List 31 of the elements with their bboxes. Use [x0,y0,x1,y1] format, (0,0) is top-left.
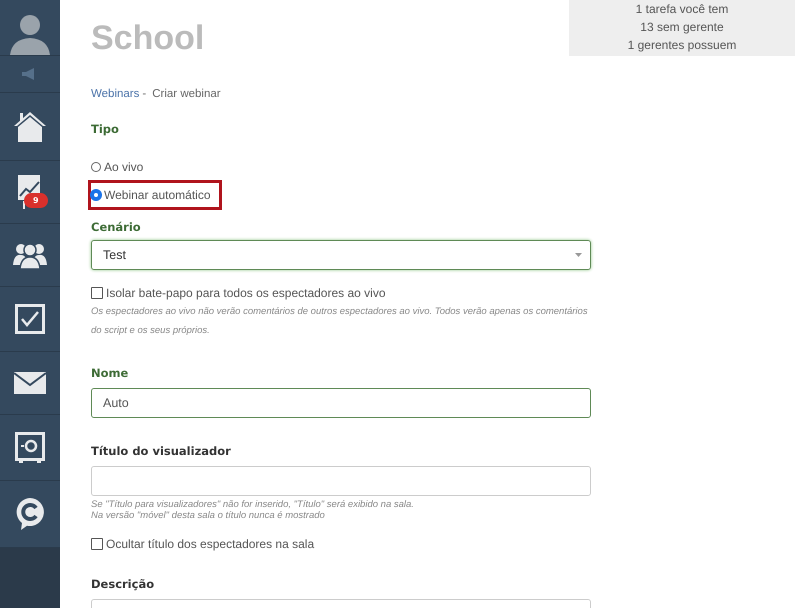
notice-text: 13 sem gerente [640,19,724,36]
sidebar-footer [0,548,60,608]
page-title: School [91,18,204,59]
notice-text: 1 gerentes possuem [628,37,736,54]
name-field[interactable]: Auto [91,388,591,418]
field-label: Tipo [91,122,120,136]
notification-badge: 9 [24,193,48,208]
breadcrumb-link[interactable]: Webinars [91,88,140,100]
mail-icon[interactable] [14,372,46,394]
home-icon[interactable] [13,110,47,142]
breadcrumb-separator: - [142,88,146,100]
hint-text: Os espectadores ao vivo não verão comentários de outros espectadores ao vivo. Todos verão apenas os comentários do script e os seus próprios. [91,305,589,338]
viewer-title-field[interactable] [91,466,591,496]
chat-icon[interactable] [15,497,45,531]
safe-icon[interactable] [15,432,45,464]
caret-icon [575,253,582,257]
radio-option[interactable]: Webinar automático [88,180,222,210]
isolate-checkbox[interactable]: Isolar bate-papo para todos os espectadores ao vivo [91,286,798,300]
hint-text: Na versão "móvel" desta sala o título nunca é mostrado [91,510,326,521]
notice-text: 1 tarefa você tem [636,1,728,18]
checkbox-icon[interactable] [15,304,45,334]
hint-text: Se "Título para visualizadores" não for inserido, "Título" será exibido na sala. [91,499,415,510]
field-label: Descrição [91,577,156,591]
scenario-select[interactable]: Test [91,240,591,270]
radio-option[interactable]: Ao vivo [88,154,150,180]
breadcrumb-current: Criar webinar [152,88,221,100]
hide-title-checkbox[interactable]: Ocultar título dos espectadores na sala [91,537,798,551]
people-icon[interactable] [13,241,47,269]
field-label: Nome [91,366,130,380]
field-label: Título do visualizador [91,444,232,458]
field-label: Cenário [91,220,142,234]
